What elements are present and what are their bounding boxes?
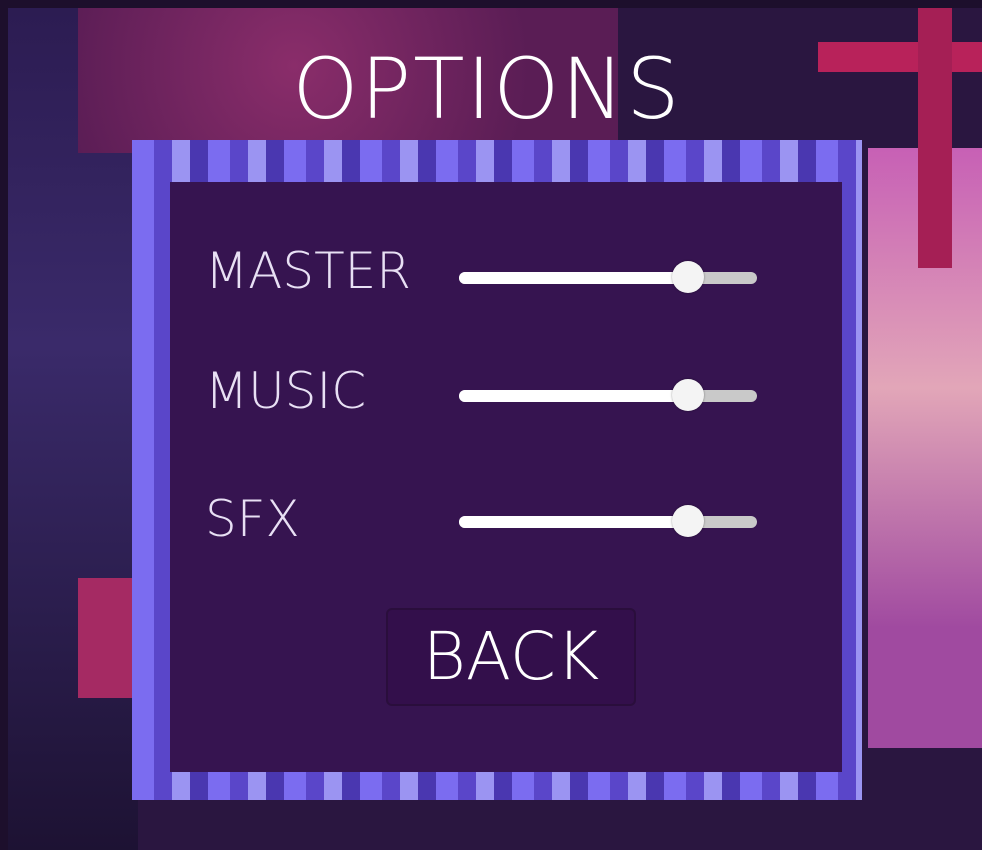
sfx-slider-fill: [459, 516, 689, 528]
music-slider-fill: [459, 390, 689, 402]
back-button[interactable]: BACK: [386, 608, 636, 706]
master-slider[interactable]: [459, 261, 757, 293]
page-title: OPTIONS: [292, 40, 682, 138]
sfx-label: SFX: [205, 490, 300, 548]
master-slider-fill: [459, 272, 689, 284]
sfx-slider[interactable]: [459, 505, 757, 537]
left-pipe-bottom: [78, 578, 138, 698]
music-slider[interactable]: [459, 379, 757, 411]
master-label: MASTER: [205, 242, 411, 300]
music-label: MUSIC: [205, 362, 367, 420]
